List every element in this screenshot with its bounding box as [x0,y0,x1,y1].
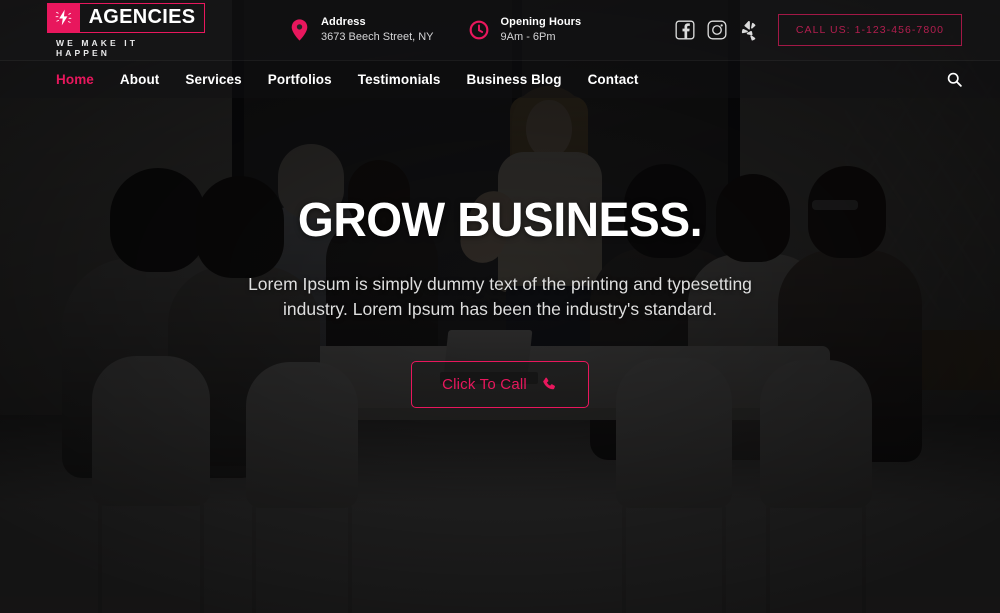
nav-item-portfolios[interactable]: Portfolios [268,72,332,87]
lightning-bolt-icon [47,3,80,32]
opening-hours-value: 9Am - 6Pm [500,31,556,43]
top-bar: AGENCIES WE MAKE IT HAPPEN Address 3673 … [0,0,1000,60]
main-nav: Home About Services Portfolios Testimoni… [56,72,639,87]
nav-item-about[interactable]: About [120,72,159,87]
address-info: Address 3673 Beech Street, NY [288,15,434,45]
nav-item-services[interactable]: Services [185,72,241,87]
nav-item-business-blog[interactable]: Business Blog [467,72,562,87]
yelp-icon[interactable] [738,19,760,41]
hero-subtext: Lorem Ipsum is simply dummy text of the … [248,273,752,320]
map-pin-icon [288,18,310,42]
landing-page: AGENCIES WE MAKE IT HAPPEN Address 3673 … [0,0,1000,613]
hero-section: GROW BUSINESS. Lorem Ipsum is simply dum… [0,196,1000,408]
brand-logo[interactable]: AGENCIES WE MAKE IT HAPPEN [46,2,206,58]
clock-icon [468,18,490,42]
nav-item-home[interactable]: Home [56,72,94,87]
opening-hours-info: Opening Hours 9Am - 6Pm [468,15,582,45]
site-header: AGENCIES WE MAKE IT HAPPEN Address 3673 … [0,0,1000,98]
instagram-icon[interactable] [706,19,728,41]
call-us-button[interactable]: CALL US: 1-123-456-7800 [777,14,962,46]
main-nav-bar: Home About Services Portfolios Testimoni… [0,60,1000,98]
nav-item-contact[interactable]: Contact [588,72,639,87]
facebook-icon[interactable] [674,19,696,41]
address-label: Address [321,16,366,29]
address-value: 3673 Beech Street, NY [321,31,434,43]
brand-name: AGENCIES [88,6,196,28]
opening-hours-label: Opening Hours [500,16,582,29]
social-links [674,19,760,41]
search-icon[interactable] [942,68,966,92]
hero-headline: GROW BUSINESS. [297,194,703,247]
header-actions: CALL US: 1-123-456-7800 [674,14,962,46]
phone-icon [541,376,558,393]
nav-item-testimonials[interactable]: Testimonials [358,72,441,87]
brand-tagline: WE MAKE IT HAPPEN [56,37,138,58]
click-to-call-button[interactable]: Click To Call [411,360,589,408]
contact-info-group: Address 3673 Beech Street, NY Opening Ho… [288,15,581,45]
click-to-call-label: Click To Call [442,375,527,393]
